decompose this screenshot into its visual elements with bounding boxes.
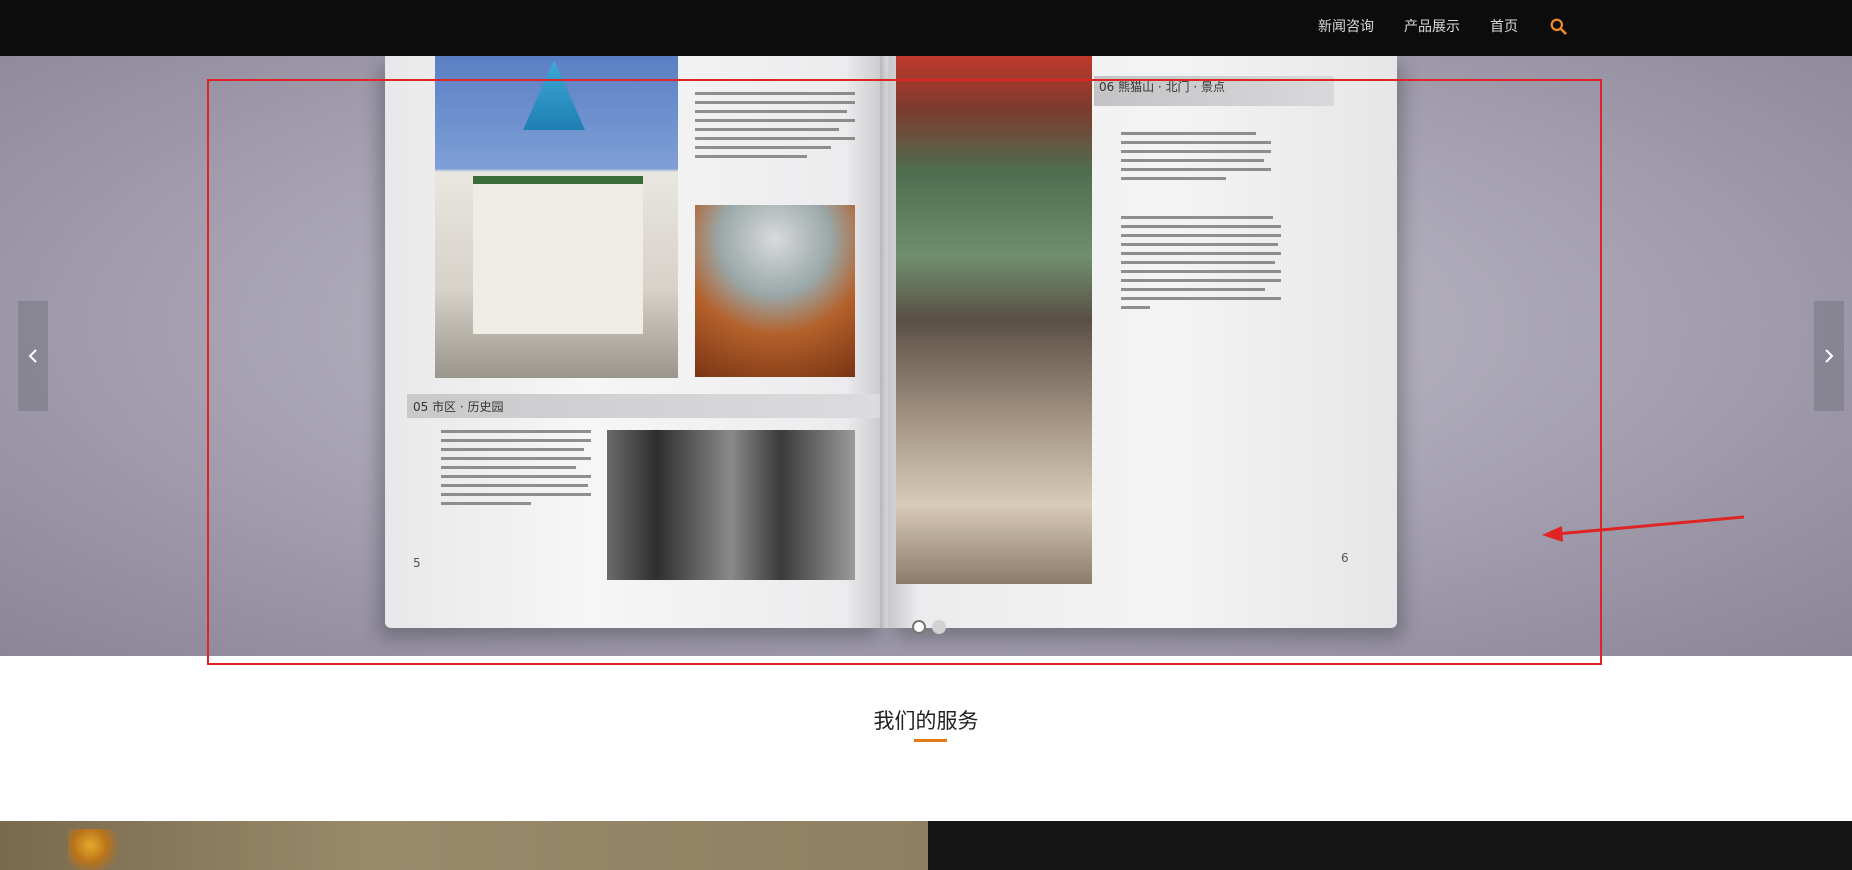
right-page-text-en	[1121, 216, 1281, 315]
book-right-page: 06 熊猫山 · 北门 · 景点 6	[889, 56, 1397, 628]
book-left-page: 05 市区 · 历史园 5	[385, 56, 885, 628]
service-panel-right	[928, 821, 1852, 870]
nav-item-products[interactable]: 产品展示	[1404, 16, 1460, 36]
left-page-text-bottom	[441, 430, 591, 511]
church-photo	[435, 56, 678, 378]
chevron-right-icon	[1825, 349, 1834, 363]
services-heading: 我们的服务	[873, 709, 979, 733]
nav-item-home[interactable]: 首页	[1490, 16, 1518, 36]
hero-carousel: 05 市区 · 历史园 5 06 熊猫山 · 北门 · 景点 6	[0, 56, 1852, 656]
carousel-dots	[912, 620, 946, 634]
tree-rock-photo	[896, 56, 1092, 584]
dome-interior-photo	[695, 205, 855, 377]
carousel-next-button[interactable]	[1814, 301, 1844, 411]
carousel-dot-2[interactable]	[932, 620, 946, 634]
right-page-number: 6	[1341, 551, 1349, 565]
top-navbar: 新闻咨询 产品展示 首页	[0, 0, 1852, 56]
right-page-text-cn	[1121, 132, 1271, 186]
alley-photo	[607, 430, 855, 580]
left-section-title: 05 市区 · 历史园	[413, 400, 504, 414]
nav-item-news[interactable]: 新闻咨询	[1318, 16, 1374, 36]
annotation-arrow	[1542, 515, 1745, 542]
left-page-number: 5	[413, 556, 421, 570]
left-page-text-top	[695, 92, 855, 164]
search-icon[interactable]	[1548, 16, 1568, 36]
flower-decoration	[68, 829, 124, 870]
right-section-title: 06 熊猫山 · 北门 · 景点	[1099, 80, 1225, 94]
book-spread-image: 05 市区 · 历史园 5 06 熊猫山 · 北门 · 景点 6	[385, 56, 1397, 628]
chevron-left-icon	[28, 349, 37, 363]
carousel-prev-button[interactable]	[18, 301, 48, 411]
carousel-dot-1[interactable]	[912, 620, 926, 634]
nav-menu: 新闻咨询 产品展示 首页	[1288, 0, 1568, 52]
service-image-left	[0, 821, 928, 870]
services-heading-underline	[914, 739, 947, 742]
